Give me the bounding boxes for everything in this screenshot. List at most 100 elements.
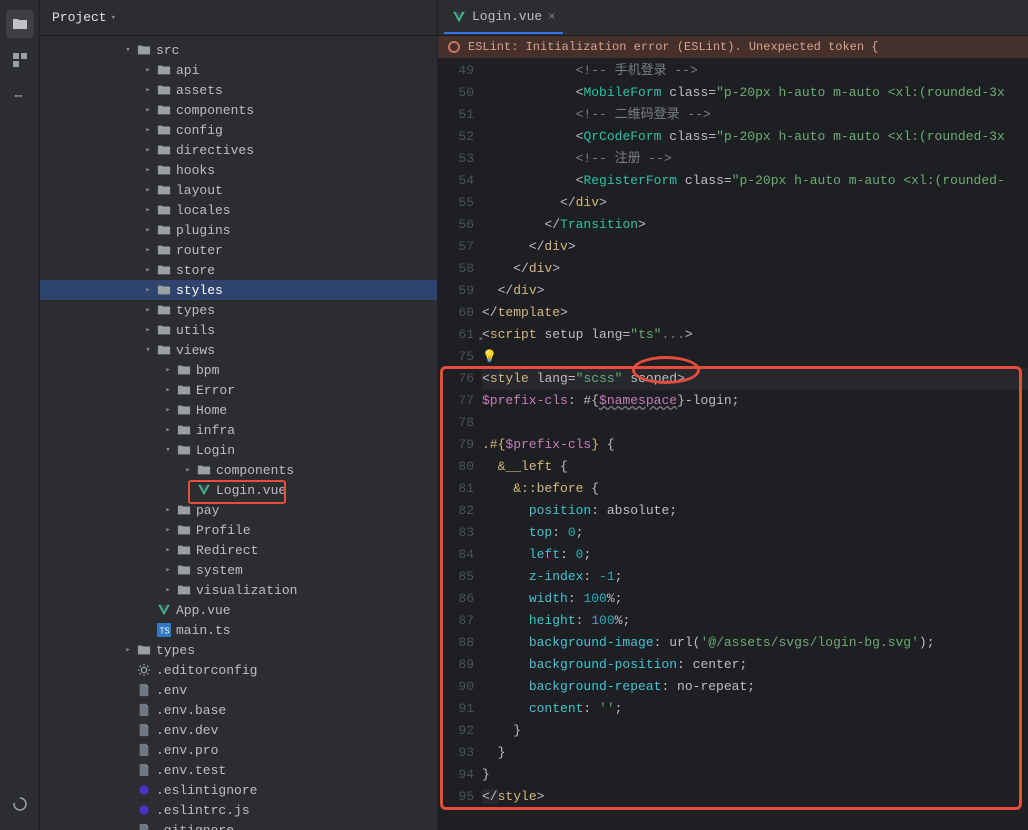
tree-item[interactable]: ▸assets <box>40 80 437 100</box>
code-line[interactable]: content: ''; <box>482 698 1028 720</box>
tree-item[interactable]: ▸Redirect <box>40 540 437 560</box>
code-line[interactable]: <RegisterForm class="p-20px h-auto m-aut… <box>482 170 1028 192</box>
tree-item[interactable]: .env.dev <box>40 720 437 740</box>
code-line[interactable]: </div> <box>482 280 1028 302</box>
code-line[interactable]: <style lang="scss" scoped> <box>482 368 1028 390</box>
chevron-down-icon[interactable]: ▾ <box>160 445 176 455</box>
chevron-right-icon[interactable]: ▸ <box>140 305 156 315</box>
chevron-right-icon[interactable]: ▸ <box>160 565 176 575</box>
code-line[interactable]: </div> <box>482 192 1028 214</box>
close-icon[interactable]: × <box>548 10 555 24</box>
tree-item[interactable]: ▾src <box>40 40 437 60</box>
tree-item[interactable]: ▸directives <box>40 140 437 160</box>
chevron-right-icon[interactable]: ▸ <box>160 585 176 595</box>
code-line[interactable]: <QrCodeForm class="p-20px h-auto m-auto … <box>482 126 1028 148</box>
tree-item[interactable]: .env <box>40 680 437 700</box>
chevron-right-icon[interactable]: ▸ <box>140 145 156 155</box>
chevron-right-icon[interactable]: ▸ <box>160 385 176 395</box>
code-line[interactable]: <MobileForm class="p-20px h-auto m-auto … <box>482 82 1028 104</box>
tree-item[interactable]: ▾views <box>40 340 437 360</box>
tree-item[interactable]: ▸types <box>40 300 437 320</box>
code-line[interactable]: .#{$prefix-cls} { <box>482 434 1028 456</box>
code-line[interactable]: </template> <box>482 302 1028 324</box>
chevron-right-icon[interactable]: ▸ <box>160 405 176 415</box>
tree-item[interactable]: ▸Profile <box>40 520 437 540</box>
tree-item[interactable]: TSmain.ts <box>40 620 437 640</box>
tree-item[interactable]: .gitignore <box>40 820 437 830</box>
code-line[interactable]: </div> <box>482 236 1028 258</box>
chevron-right-icon[interactable]: ▸ <box>160 425 176 435</box>
chevron-right-icon[interactable]: ▸ <box>140 105 156 115</box>
chevron-right-icon[interactable]: ▸ <box>140 85 156 95</box>
tree-item[interactable]: .eslintrc.js <box>40 800 437 820</box>
chevron-right-icon[interactable]: ▸ <box>140 65 156 75</box>
code-line[interactable]: width: 100%; <box>482 588 1028 610</box>
tree-item[interactable]: .env.base <box>40 700 437 720</box>
tree-item[interactable]: .env.pro <box>40 740 437 760</box>
chevron-right-icon[interactable]: ▸ <box>140 245 156 255</box>
tree-item[interactable]: ▸store <box>40 260 437 280</box>
code-line[interactable] <box>482 412 1028 434</box>
chevron-down-icon[interactable]: ▾ <box>120 45 136 55</box>
code-content[interactable]: <!-- 手机登录 --> <MobileForm class="p-20px … <box>482 58 1028 830</box>
chevron-right-icon[interactable]: ▸ <box>120 645 136 655</box>
chevron-right-icon[interactable]: ▸ <box>140 185 156 195</box>
chevron-right-icon[interactable]: ▸ <box>140 285 156 295</box>
code-line[interactable]: } <box>482 742 1028 764</box>
code-line[interactable]: $prefix-cls: #{$namespace}-login; <box>482 390 1028 412</box>
code-line[interactable]: } <box>482 764 1028 786</box>
tree-item[interactable]: .env.test <box>40 760 437 780</box>
tree-item[interactable]: ▸api <box>40 60 437 80</box>
tree-item[interactable]: ▸layout <box>40 180 437 200</box>
structure-rail-icon[interactable] <box>6 46 34 74</box>
code-line[interactable]: position: absolute; <box>482 500 1028 522</box>
editor-tab[interactable]: Login.vue × <box>444 2 563 34</box>
chevron-right-icon[interactable]: ▸ <box>140 265 156 275</box>
tree-item[interactable]: ▸system <box>40 560 437 580</box>
tree-item[interactable]: Login.vue <box>40 480 437 500</box>
code-line[interactable]: <script setup lang="ts"...> <box>482 324 1028 346</box>
project-rail-icon[interactable] <box>6 10 34 38</box>
tree-item[interactable]: ▸Error <box>40 380 437 400</box>
code-line[interactable]: height: 100%; <box>482 610 1028 632</box>
tree-item[interactable]: ▸router <box>40 240 437 260</box>
chevron-right-icon[interactable]: ▸ <box>140 165 156 175</box>
code-line[interactable]: top: 0; <box>482 522 1028 544</box>
tree-item[interactable]: ▸pay <box>40 500 437 520</box>
code-line[interactable]: &__left { <box>482 456 1028 478</box>
code-line[interactable]: <!-- 手机登录 --> <box>482 60 1028 82</box>
tree-item[interactable]: ▸visualization <box>40 580 437 600</box>
code-line[interactable]: </Transition> <box>482 214 1028 236</box>
tree-item[interactable]: .editorconfig <box>40 660 437 680</box>
tree-item[interactable]: ▸hooks <box>40 160 437 180</box>
tree-item[interactable]: ▸bpm <box>40 360 437 380</box>
lightbulb-icon[interactable]: 💡 <box>482 350 497 364</box>
code-line[interactable]: &::before { <box>482 478 1028 500</box>
chevron-right-icon[interactable]: ▸ <box>140 225 156 235</box>
tree-item[interactable]: ▸config <box>40 120 437 140</box>
tree-item[interactable]: ▾Login <box>40 440 437 460</box>
code-editor[interactable]: 49505152535455565758596061▸7576777879808… <box>438 58 1028 830</box>
tree-item[interactable]: .eslintignore <box>40 780 437 800</box>
code-line[interactable]: left: 0; <box>482 544 1028 566</box>
code-line[interactable]: background-image: url('@/assets/svgs/log… <box>482 632 1028 654</box>
chevron-right-icon[interactable]: ▸ <box>160 505 176 515</box>
tree-item[interactable]: ▸locales <box>40 200 437 220</box>
tree-item[interactable]: ▸components <box>40 460 437 480</box>
chevron-right-icon[interactable]: ▸ <box>160 525 176 535</box>
code-line[interactable]: <!-- 注册 --> <box>482 148 1028 170</box>
code-line[interactable]: </style> <box>482 786 1028 808</box>
tree-item[interactable]: ▸infra <box>40 420 437 440</box>
code-line[interactable]: <!-- 二维码登录 --> <box>482 104 1028 126</box>
code-line[interactable]: 💡 <box>482 346 1028 368</box>
tree-item[interactable]: ▸components <box>40 100 437 120</box>
project-tree[interactable]: ▾src▸api▸assets▸components▸config▸direct… <box>40 36 437 830</box>
code-line[interactable]: background-repeat: no-repeat; <box>482 676 1028 698</box>
chevron-right-icon[interactable]: ▸ <box>140 325 156 335</box>
tree-item[interactable]: ▸utils <box>40 320 437 340</box>
project-panel-header[interactable]: Project ▾ <box>40 0 437 36</box>
tree-item[interactable]: ▸styles <box>40 280 437 300</box>
chevron-right-icon[interactable]: ▸ <box>180 465 196 475</box>
code-line[interactable]: } <box>482 720 1028 742</box>
code-line[interactable]: </div> <box>482 258 1028 280</box>
